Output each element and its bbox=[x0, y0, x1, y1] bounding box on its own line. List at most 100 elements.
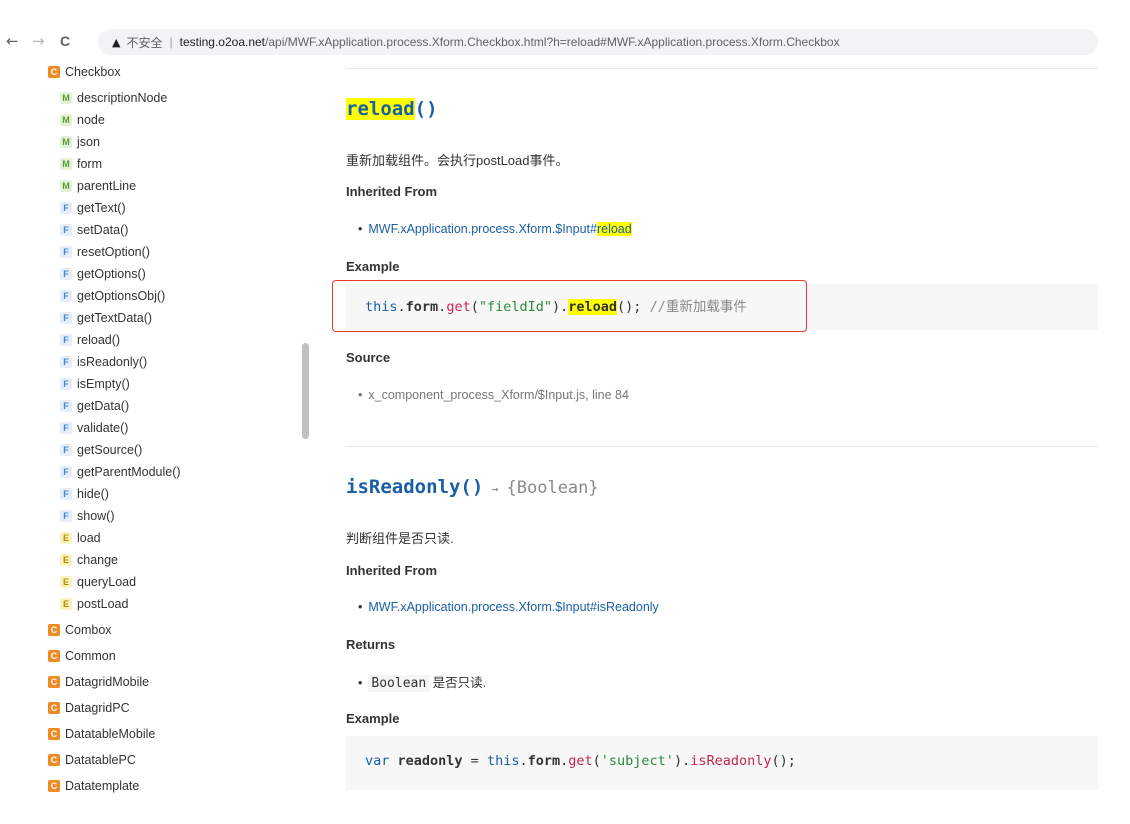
sidebar-item-common[interactable]: C Common bbox=[48, 646, 116, 666]
url-host: testing.o2oa.net bbox=[179, 35, 266, 49]
returns-item: Boolean 是否只读. bbox=[358, 672, 486, 692]
sidebar-item-getsource[interactable]: FgetSource() bbox=[60, 440, 142, 460]
method-description: 重新加载组件。会执行postLoad事件。 bbox=[346, 153, 569, 168]
example-heading: Example bbox=[346, 259, 400, 274]
url-separator: | bbox=[169, 35, 173, 49]
member-badge-icon: M bbox=[60, 180, 72, 192]
inherited-from-heading: Inherited From bbox=[346, 184, 438, 199]
class-badge-icon: C bbox=[48, 728, 60, 740]
sidebar-item-label: getParentModule() bbox=[77, 465, 181, 479]
inherited-link-reload[interactable]: MWF.xApplication.process.Xform.$Input#re… bbox=[358, 222, 632, 236]
class-badge-icon: C bbox=[48, 754, 60, 766]
sidebar-item-label: descriptionNode bbox=[77, 91, 168, 105]
function-badge-icon: F bbox=[60, 356, 72, 368]
sidebar-item-json[interactable]: Mjson bbox=[60, 132, 100, 152]
sidebar-item-label: show() bbox=[77, 509, 115, 523]
member-badge-icon: M bbox=[60, 136, 72, 148]
sidebar-item-datatablemobile[interactable]: C DatatableMobile bbox=[48, 724, 155, 744]
sidebar-item-queryload[interactable]: EqueryLoad bbox=[60, 572, 136, 592]
sidebar-item-validate[interactable]: Fvalidate() bbox=[60, 418, 128, 438]
security-label[interactable]: 不安全 bbox=[126, 34, 162, 51]
inherited-link-isreadonly[interactable]: MWF.xApplication.process.Xform.$Input#is… bbox=[358, 600, 658, 614]
class-badge-icon: C bbox=[48, 676, 60, 688]
function-badge-icon: F bbox=[60, 202, 72, 214]
sidebar-item-hide[interactable]: Fhide() bbox=[60, 484, 109, 504]
sidebar-item-label: postLoad bbox=[77, 597, 129, 611]
api-sidebar: C Checkbox MdescriptionNode Mnode Mjson Mform… bbox=[14, 58, 315, 793]
function-badge-icon: F bbox=[60, 246, 72, 258]
sidebar-item-parentline[interactable]: MparentLine bbox=[60, 176, 136, 196]
sidebar-item-node[interactable]: Mnode bbox=[60, 110, 105, 130]
sidebar-scrollbar-thumb[interactable] bbox=[302, 343, 309, 439]
sidebar-item-label: getData() bbox=[77, 399, 130, 413]
sidebar-item-label: Datatemplate bbox=[65, 779, 140, 793]
sidebar-item-form[interactable]: Mform bbox=[60, 154, 102, 174]
sidebar-item-getparentmodule[interactable]: FgetParentModule() bbox=[60, 462, 181, 482]
sidebar-item-label: setData() bbox=[77, 223, 129, 237]
class-badge-icon: C bbox=[48, 624, 60, 636]
address-bar[interactable]: ▲ 不安全 | testing.o2oa.net/api/MWF.xApplic… bbox=[98, 29, 1098, 55]
sidebar-item-datagridpc[interactable]: C DatagridPC bbox=[48, 698, 130, 718]
member-badge-icon: M bbox=[60, 158, 72, 170]
sidebar-item-getoptions[interactable]: FgetOptions() bbox=[60, 264, 146, 284]
sidebar-item-label: Common bbox=[65, 649, 116, 663]
sidebar-item-descriptionnode[interactable]: MdescriptionNode bbox=[60, 88, 167, 108]
inherited-from-heading: Inherited From bbox=[346, 563, 438, 578]
sidebar-item-label: queryLoad bbox=[77, 575, 137, 589]
reload-icon[interactable]: C bbox=[60, 32, 70, 50]
warning-triangle-icon[interactable]: ▲ bbox=[112, 36, 120, 49]
sidebar-item-isreadonly[interactable]: FisReadonly() bbox=[60, 352, 147, 372]
sidebar-item-postload[interactable]: EpostLoad bbox=[60, 594, 128, 614]
sidebar-item-label: resetOption() bbox=[77, 245, 150, 259]
event-badge-icon: E bbox=[60, 554, 72, 566]
source-reference[interactable]: x_component_process_Xform/$Input.js, lin… bbox=[358, 388, 629, 402]
sidebar-item-resetoption[interactable]: FresetOption() bbox=[60, 242, 150, 262]
section-divider bbox=[346, 68, 1098, 69]
method-title-reload: reload() bbox=[346, 98, 438, 120]
sidebar-item-label: isEmpty() bbox=[77, 377, 130, 391]
function-badge-icon: F bbox=[60, 290, 72, 302]
sidebar-item-label: isReadonly() bbox=[77, 355, 148, 369]
function-badge-icon: F bbox=[60, 378, 72, 390]
sidebar-item-load[interactable]: Eload bbox=[60, 528, 101, 548]
back-icon[interactable]: ← bbox=[6, 32, 19, 50]
sidebar-item-label: DatagridMobile bbox=[65, 675, 150, 689]
browser-toolbar: ← → C ▲ 不安全 | testing.o2oa.net/api/MWF.x… bbox=[0, 0, 1130, 58]
class-badge-icon: C bbox=[48, 780, 60, 792]
sidebar-item-combox[interactable]: C Combox bbox=[48, 620, 112, 640]
sidebar-item-datatablepc[interactable]: C DatatablePC bbox=[48, 750, 136, 770]
sidebar-item-checkbox[interactable]: C Checkbox bbox=[48, 62, 121, 82]
sidebar-item-gettext[interactable]: FgetText() bbox=[60, 198, 126, 218]
sidebar-item-label: getOptionsObj() bbox=[77, 289, 166, 303]
sidebar-item-datagridmobile[interactable]: C DatagridMobile bbox=[48, 672, 149, 692]
sidebar-item-gettextdata[interactable]: FgetTextData() bbox=[60, 308, 152, 328]
url-path: /api/MWF.xApplication.process.Xform.Chec… bbox=[265, 35, 840, 49]
class-badge-icon: C bbox=[48, 66, 60, 78]
code-example-isreadonly: var readonly = this.form.get('subject').… bbox=[346, 736, 1098, 790]
function-badge-icon: F bbox=[60, 422, 72, 434]
sidebar-item-show[interactable]: Fshow() bbox=[60, 506, 115, 526]
sidebar-item-change[interactable]: Echange bbox=[60, 550, 118, 570]
forward-icon[interactable]: → bbox=[32, 32, 45, 50]
sidebar-item-label: Combox bbox=[65, 623, 112, 637]
function-badge-icon: F bbox=[60, 400, 72, 412]
sidebar-item-datatemplate[interactable]: C Datatemplate bbox=[48, 776, 139, 793]
sidebar-item-label: Checkbox bbox=[65, 65, 121, 79]
highlight-annotation-box bbox=[332, 280, 807, 332]
sidebar-item-label: validate() bbox=[77, 421, 129, 435]
sidebar-item-label: parentLine bbox=[77, 179, 137, 193]
sidebar-item-getdata[interactable]: FgetData() bbox=[60, 396, 129, 416]
sidebar-item-reload[interactable]: Freload() bbox=[60, 330, 120, 350]
event-badge-icon: E bbox=[60, 598, 72, 610]
sidebar-item-label: reload() bbox=[77, 333, 121, 347]
function-badge-icon: F bbox=[60, 312, 72, 324]
event-badge-icon: E bbox=[60, 532, 72, 544]
source-heading: Source bbox=[346, 350, 391, 365]
sidebar-item-isempty[interactable]: FisEmpty() bbox=[60, 374, 130, 394]
sidebar-item-setdata[interactable]: FsetData() bbox=[60, 220, 128, 240]
sidebar-item-getoptionsobj[interactable]: FgetOptionsObj() bbox=[60, 286, 165, 306]
sidebar-item-label: form bbox=[77, 157, 102, 171]
sidebar-item-label: json bbox=[77, 135, 100, 149]
example-heading: Example bbox=[346, 711, 400, 726]
sidebar-item-label: hide() bbox=[77, 487, 109, 501]
